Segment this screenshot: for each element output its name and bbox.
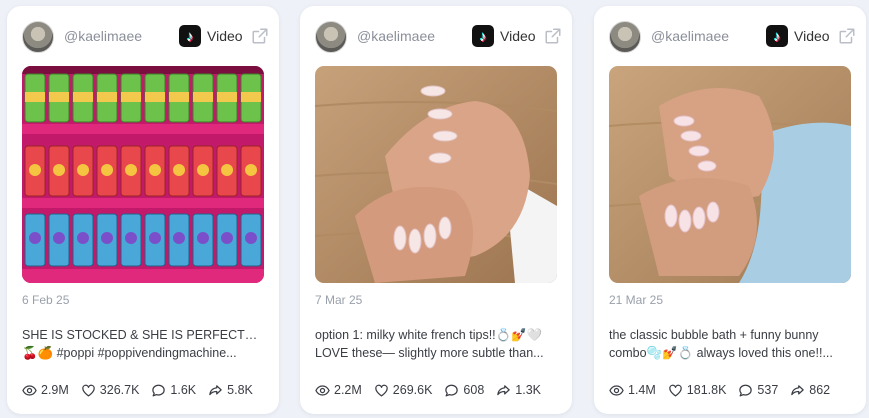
comments-count: 537 [757, 383, 779, 397]
likes-count: 326.7K [99, 383, 140, 397]
views-stat: 1.4M [609, 383, 656, 398]
likes-stat: 269.6K [374, 383, 433, 398]
creator-handle[interactable]: @kaelimaee [64, 28, 142, 44]
heart-icon [81, 383, 96, 398]
likes-count: 181.8K [686, 383, 727, 397]
caption-line: the classic bubble bath + funny bunny [609, 328, 819, 342]
heart-icon [374, 383, 389, 398]
share-icon [208, 383, 223, 398]
post-card[interactable]: @kaelimaee ♪ Video 21 Mar 25 the classic… [594, 6, 866, 414]
external-link-icon[interactable] [544, 27, 562, 45]
post-stats: 1.4M 181.8K 537 862 [609, 381, 856, 399]
comments-stat: 1.6K [151, 383, 196, 398]
likes-count: 269.6K [392, 383, 433, 397]
post-caption: the classic bubble bath + funny bunny co… [609, 326, 851, 362]
video-thumbnail[interactable] [315, 66, 557, 283]
creator-handle[interactable]: @kaelimaee [651, 28, 729, 44]
shares-stat: 5.8K [208, 383, 253, 398]
external-link-icon[interactable] [251, 27, 269, 45]
post-type-label: Video [794, 28, 830, 44]
post-date: 21 Mar 25 [609, 293, 664, 307]
shares-stat: 862 [790, 383, 830, 398]
heart-icon [668, 383, 683, 398]
card-header: @kaelimaee ♪ Video [22, 20, 267, 54]
comment-icon [151, 383, 166, 398]
comments-stat: 608 [444, 383, 484, 398]
comment-icon [444, 383, 459, 398]
video-thumbnail[interactable] [22, 66, 264, 283]
post-stats: 2.9M 326.7K 1.6K 5.8K [22, 381, 269, 399]
eye-icon [315, 383, 330, 398]
views-stat: 2.9M [22, 383, 69, 398]
tiktok-icon: ♪ [766, 25, 788, 47]
comment-icon [738, 383, 753, 398]
avatar[interactable] [609, 21, 641, 53]
tiktok-icon: ♪ [179, 25, 201, 47]
post-card[interactable]: @kaelimaee ♪ Video 6 Feb 25 SHE IS STOCK… [7, 6, 279, 414]
comments-count: 608 [463, 383, 485, 397]
shares-stat: 1.3K [496, 383, 541, 398]
comments-count: 1.6K [170, 383, 197, 397]
caption-line: option 1: milky white french tips!!💍💅🤍 [315, 328, 543, 342]
share-icon [496, 383, 511, 398]
post-type-label: Video [500, 28, 536, 44]
post-type-label: Video [207, 28, 243, 44]
avatar[interactable] [22, 21, 54, 53]
avatar[interactable] [315, 21, 347, 53]
caption-line: 🍒🍊 #poppi #poppivendingmachine... [22, 346, 237, 360]
card-header: @kaelimaee ♪ Video [315, 20, 560, 54]
eye-icon [22, 383, 37, 398]
views-count: 1.4M [628, 383, 656, 397]
eye-icon [609, 383, 624, 398]
tiktok-icon: ♪ [472, 25, 494, 47]
shares-count: 5.8K [227, 383, 253, 397]
post-date: 7 Mar 25 [315, 293, 363, 307]
post-caption: option 1: milky white french tips!!💍💅🤍 L… [315, 326, 557, 362]
post-date: 6 Feb 25 [22, 293, 70, 307]
creator-handle[interactable]: @kaelimaee [357, 28, 435, 44]
views-count: 2.9M [41, 383, 69, 397]
share-icon [790, 383, 805, 398]
post-card[interactable]: @kaelimaee ♪ Video 7 Mar 25 option 1: mi… [300, 6, 572, 414]
card-header: @kaelimaee ♪ Video [609, 20, 854, 54]
post-caption: SHE IS STOCKED & SHE IS PERFECT🥵🥤🍋 🍒🍊 #p… [22, 326, 264, 362]
likes-stat: 181.8K [668, 383, 727, 398]
caption-line: LOVE these— slightly more subtle than... [315, 346, 544, 360]
video-thumbnail[interactable] [609, 66, 851, 283]
views-count: 2.2M [334, 383, 362, 397]
comments-stat: 537 [738, 383, 778, 398]
shares-count: 1.3K [515, 383, 541, 397]
caption-line: SHE IS STOCKED & SHE IS PERFECT🥵🥤🍋 [22, 328, 264, 342]
external-link-icon[interactable] [838, 27, 856, 45]
caption-line: combo🫧💅💍 always loved this one!!... [609, 346, 833, 360]
shares-count: 862 [809, 383, 831, 397]
views-stat: 2.2M [315, 383, 362, 398]
post-stats: 2.2M 269.6K 608 1.3K [315, 381, 562, 399]
likes-stat: 326.7K [81, 383, 140, 398]
